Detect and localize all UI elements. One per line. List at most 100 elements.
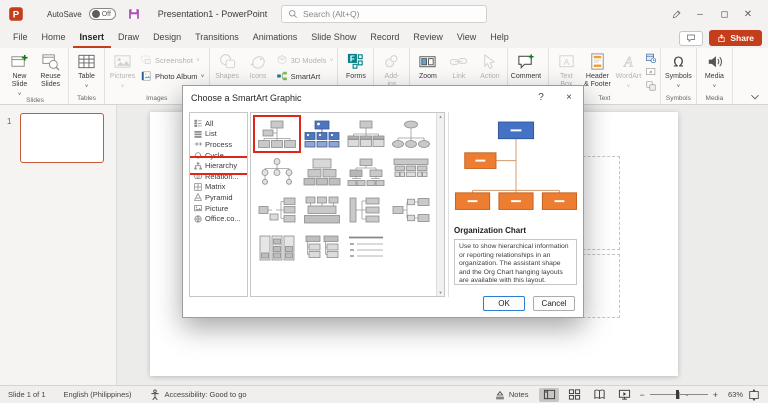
category-label: Process bbox=[205, 140, 232, 149]
category-picture[interactable]: Picture bbox=[190, 203, 247, 214]
window-controls: – ✕ bbox=[664, 2, 760, 26]
tab-insert[interactable]: Insert bbox=[73, 28, 112, 48]
smartart-thumbnail-name-and-title-organization-chart[interactable] bbox=[346, 119, 386, 149]
smartart-thumbnail-architecture-layout[interactable] bbox=[257, 233, 297, 263]
tab-help[interactable]: Help bbox=[483, 28, 516, 48]
ribbon-small-stack: 3D Models∨SmartArt bbox=[274, 49, 336, 82]
normal-view-icon[interactable] bbox=[539, 388, 559, 402]
zoom-out-icon[interactable]: − bbox=[639, 390, 644, 400]
smartart-button[interactable]: SmartArt bbox=[276, 70, 334, 82]
category-label: Relation... bbox=[205, 172, 239, 181]
slide-sorter-view-icon[interactable] bbox=[564, 388, 584, 402]
smartart-thumbnail-lined-list[interactable] bbox=[346, 233, 386, 263]
link-icon bbox=[449, 52, 468, 71]
tab-view[interactable]: View bbox=[450, 28, 483, 48]
tab-home[interactable]: Home bbox=[35, 28, 73, 48]
search-input[interactable] bbox=[303, 9, 480, 19]
cancel-button[interactable]: Cancel bbox=[533, 296, 575, 311]
language-label[interactable]: English (Philippines) bbox=[64, 390, 132, 399]
category-list[interactable]: List bbox=[190, 129, 247, 140]
reuse-slides-button[interactable]: Reuse Slides bbox=[35, 49, 66, 89]
forms-button[interactable]: FForms bbox=[340, 49, 371, 81]
ribbon-small-stack: Screenshot∨Photo Album∨ bbox=[138, 49, 207, 82]
notes-button[interactable]: Notes bbox=[494, 389, 529, 401]
search-box[interactable] bbox=[281, 5, 487, 23]
tab-draw[interactable]: Draw bbox=[111, 28, 146, 48]
omega-icon: Ω bbox=[669, 52, 688, 71]
save-icon[interactable] bbox=[127, 7, 141, 21]
reading-view-icon[interactable] bbox=[589, 388, 609, 402]
draw-pen-icon[interactable] bbox=[664, 2, 688, 26]
smartart-thumbnail-stacked-table-hierarchy[interactable] bbox=[302, 195, 342, 225]
smartart-thumbnail-hierarchy-list[interactable] bbox=[302, 233, 342, 263]
slide-thumbnail[interactable] bbox=[20, 113, 104, 163]
category-relation[interactable]: Relation... bbox=[190, 171, 247, 182]
category-matrix[interactable]: Matrix bbox=[190, 182, 247, 193]
comments-icon[interactable] bbox=[679, 31, 703, 46]
powerpoint-logo-icon: P bbox=[8, 6, 24, 22]
dialog-close-icon[interactable]: × bbox=[555, 86, 583, 109]
photo-album-button[interactable]: Photo Album∨ bbox=[140, 70, 205, 82]
object-icon[interactable] bbox=[645, 80, 657, 92]
zoom-level[interactable]: 63% bbox=[723, 390, 743, 399]
status-bar: Slide 1 of 1 English (Philippines) Acces… bbox=[0, 385, 768, 403]
tab-design[interactable]: Design bbox=[146, 28, 188, 48]
date-time-icon[interactable] bbox=[645, 52, 657, 64]
3d-models-icon bbox=[276, 54, 288, 66]
preview-panel: Organization Chart Use to show hierarchi… bbox=[448, 112, 581, 297]
collapse-ribbon-icon[interactable] bbox=[749, 91, 761, 101]
media-button[interactable]: Media∨ bbox=[699, 49, 730, 89]
tab-transitions[interactable]: Transitions bbox=[188, 28, 246, 48]
smartart-thumbnail-picture-organization-chart[interactable] bbox=[302, 119, 342, 149]
comment-button[interactable]: Comment bbox=[510, 49, 541, 81]
symbols-button[interactable]: ΩSymbols∨ bbox=[663, 49, 694, 89]
tab-file[interactable]: File bbox=[6, 28, 35, 48]
close-button[interactable]: ✕ bbox=[736, 2, 760, 26]
slide-number-icon[interactable]: # bbox=[645, 66, 657, 78]
smartart-thumbnail-horizontal-labeled-hierarchy[interactable] bbox=[391, 195, 431, 225]
tab-animations[interactable]: Animations bbox=[246, 28, 305, 48]
category-process[interactable]: Process bbox=[190, 139, 247, 150]
smartart-thumbnail-horizontal-hierarchy[interactable] bbox=[346, 195, 386, 225]
category-office-co[interactable]: Office.co... bbox=[190, 213, 247, 224]
category-hierarchy[interactable]: Hierarchy bbox=[190, 160, 247, 171]
table-button[interactable]: Table∨ bbox=[71, 49, 102, 89]
dialog-help-button[interactable]: ? bbox=[527, 86, 555, 109]
category-pyramid[interactable]: Pyramid bbox=[190, 192, 247, 203]
header-footer-button[interactable]: Header & Footer bbox=[582, 49, 613, 89]
share-button[interactable]: Share bbox=[709, 30, 762, 46]
zoom-in-icon[interactable]: + bbox=[713, 390, 718, 400]
category-label: Office.co... bbox=[205, 214, 241, 223]
ok-button[interactable]: OK bbox=[483, 296, 525, 311]
maximize-button[interactable] bbox=[712, 2, 736, 26]
new-slide-button[interactable]: New Slide∨ bbox=[4, 49, 35, 97]
pyramid-category-icon bbox=[194, 193, 202, 201]
slideshow-view-icon[interactable] bbox=[614, 388, 634, 402]
grid-scrollbar[interactable]: ▲▼ bbox=[436, 113, 444, 296]
tab-slide-show[interactable]: Slide Show bbox=[304, 28, 363, 48]
smartart-thumbnail-table-hierarchy[interactable] bbox=[391, 157, 431, 187]
smartart-thumbnail-labeled-hierarchy[interactable] bbox=[302, 157, 342, 187]
autosave-toggle[interactable]: Off bbox=[89, 8, 116, 20]
minimize-button[interactable]: – bbox=[688, 2, 712, 26]
zoom-slider-thumb[interactable] bbox=[676, 390, 680, 399]
smartart-thumbnail-hierarchy[interactable] bbox=[346, 157, 386, 187]
dialog-header[interactable]: Choose a SmartArt Graphic ? × bbox=[183, 86, 583, 109]
tab-review[interactable]: Review bbox=[406, 28, 450, 48]
smartart-thumbnail-horizontal-organization-chart[interactable] bbox=[257, 195, 297, 225]
accessibility-status[interactable]: Accessibility: Good to go bbox=[149, 389, 246, 401]
smartart-dialog: Choose a SmartArt Graphic ? × AllListPro… bbox=[182, 85, 584, 318]
zoom-slider[interactable] bbox=[650, 388, 708, 402]
icons-icon bbox=[249, 52, 268, 71]
category-cycle[interactable]: Cycle bbox=[190, 150, 247, 161]
zoom-button[interactable]: Zoom bbox=[412, 49, 443, 81]
slide-count-label: Slide 1 of 1 bbox=[8, 390, 46, 399]
smartart-thumbnail-organization-chart[interactable] bbox=[257, 119, 297, 149]
smartart-thumbnail-half-circle-organization-chart[interactable] bbox=[391, 119, 431, 149]
fit-slide-icon[interactable] bbox=[748, 389, 760, 401]
smartart-thumbnail-circle-picture-hierarchy[interactable] bbox=[257, 157, 297, 187]
cycle-category-icon bbox=[194, 151, 202, 159]
category-all[interactable]: All bbox=[190, 118, 247, 129]
tab-record[interactable]: Record bbox=[363, 28, 406, 48]
title-bar: P AutoSave Off Presentation1 - PowerPoin… bbox=[0, 0, 768, 28]
